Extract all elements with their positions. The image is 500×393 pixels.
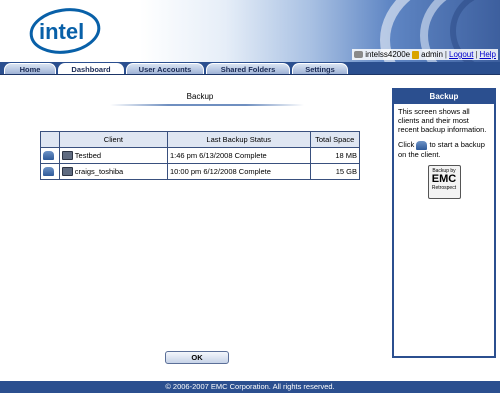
tab-user-accounts[interactable]: User Accounts	[126, 63, 204, 74]
backup-cell	[40, 147, 60, 164]
svg-text:intel: intel	[39, 19, 84, 44]
instruction-prefix: Click	[398, 140, 415, 149]
panel-instructions: Click to start a backup on the client.	[398, 140, 490, 159]
tab-dashboard[interactable]: Dashboard	[58, 63, 124, 74]
panel-description: This screen shows all clients and their …	[398, 107, 487, 134]
client-name: craigs_toshiba	[74, 166, 124, 176]
start-backup-icon	[416, 140, 428, 150]
device-name: intelss4200e	[365, 50, 411, 59]
page-title: Backup	[186, 92, 214, 101]
start-backup-icon[interactable]	[43, 167, 54, 177]
help-link[interactable]: Help	[480, 49, 496, 60]
status-cell: 10:00 pm 6/12/2008 Complete	[166, 163, 311, 180]
column-header-status: Last Backup Status	[166, 131, 311, 148]
column-header-client: Client	[58, 131, 168, 148]
copyright-text: © 2006-2007 EMC Corporation. All rights …	[165, 382, 335, 391]
server-icon	[354, 51, 364, 58]
backup-cell	[40, 163, 60, 180]
lock-icon	[412, 50, 420, 59]
space-cell: 15 GB	[309, 163, 360, 180]
clients-table: Client Last Backup Status Total Space Te…	[40, 131, 360, 180]
start-backup-icon[interactable]	[43, 151, 54, 161]
separator: |	[444, 50, 447, 59]
ok-button[interactable]: OK	[165, 351, 229, 364]
tab-shared-folders[interactable]: Shared Folders	[206, 63, 290, 74]
emc-logo-brand: EMC	[431, 172, 457, 185]
tab-settings[interactable]: Settings	[292, 63, 348, 74]
action-column-header	[40, 131, 60, 148]
client-name: Testbed	[74, 150, 102, 160]
table-row[interactable]: craigs_toshiba 10:00 pm 6/12/2008 Comple…	[40, 163, 360, 180]
intel-logo: intel	[29, 8, 101, 54]
emc-logo-bottom: Retrospect	[431, 184, 457, 191]
space-cell: 18 MB	[309, 147, 360, 164]
table-row[interactable]: Testbed 1:46 pm 6/13/2008 Complete 18 MB	[40, 147, 360, 164]
computer-icon	[61, 151, 73, 161]
panel-title: Backup	[394, 90, 494, 104]
footer: © 2006-2007 EMC Corporation. All rights …	[0, 381, 500, 393]
column-header-space: Total Space	[309, 131, 360, 148]
panel-body: This screen shows all clients and their …	[394, 104, 494, 202]
title-divider	[110, 104, 304, 106]
tab-home[interactable]: Home	[4, 63, 56, 74]
logout-link[interactable]: Logout	[449, 49, 473, 60]
client-cell: Testbed	[58, 147, 168, 164]
client-cell: craigs_toshiba	[58, 163, 168, 180]
status-cell: 1:46 pm 6/13/2008 Complete	[166, 147, 311, 164]
user-name: admin	[421, 50, 443, 59]
table-header-row: Client Last Backup Status Total Space	[40, 131, 360, 148]
header-banner: intel intelss4200e admin | Logout | Help	[0, 0, 500, 62]
tab-bar: Home Dashboard User Accounts Shared Fold…	[0, 62, 500, 75]
help-panel: Backup This screen shows all clients and…	[392, 88, 496, 358]
computer-icon	[61, 167, 73, 177]
separator: |	[475, 50, 478, 59]
user-bar: intelss4200e admin | Logout | Help	[352, 49, 498, 60]
emc-retrospect-logo: Backup by EMC Retrospect	[427, 164, 461, 199]
